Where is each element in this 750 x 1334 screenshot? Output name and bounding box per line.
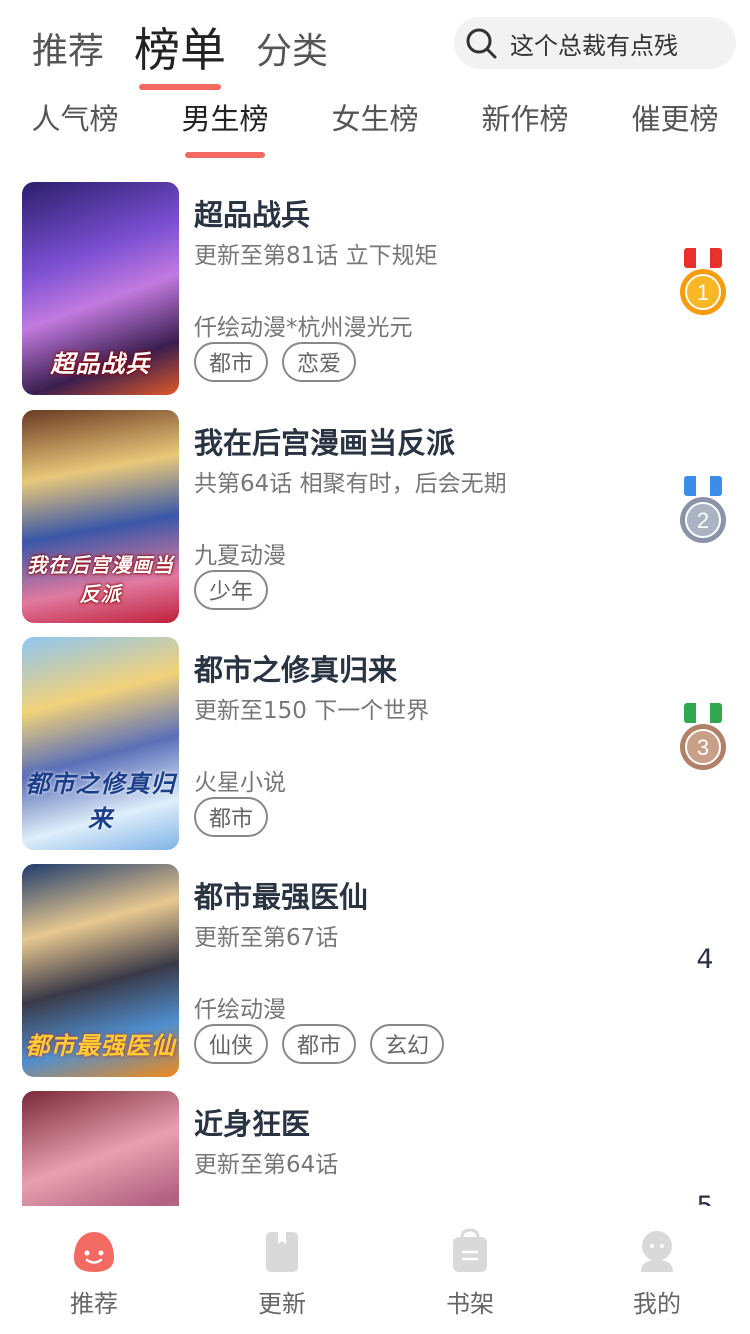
rank-number: 4 — [696, 944, 714, 975]
comic-update: 更新至第81话 立下规矩 — [194, 243, 438, 269]
bottom-navigation: 推荐 更新 书架 我的 — [0, 1206, 750, 1334]
comic-update: 更新至第64话 — [194, 1152, 339, 1178]
subtab-popular[interactable]: 人气榜 — [15, 96, 135, 138]
comic-ranking-list: 超品战兵 超品战兵 更新至第81话 立下规矩 仟绘动漫*杭州漫光元 都市 恋爱 … — [0, 182, 750, 1206]
comic-update: 更新至150 下一个世界 — [194, 698, 430, 724]
list-item[interactable]: 我在后宫漫画当反派 我在后宫漫画当反派 共第64话 相聚有时，后会无期 九夏动漫… — [0, 410, 750, 626]
tab-rankings-label: 榜单 — [134, 23, 226, 77]
tag-list: 都市 恋爱 — [194, 342, 357, 382]
tab-recommend[interactable]: 推荐 — [32, 22, 104, 74]
comic-update: 更新至第67话 — [194, 925, 339, 951]
tag[interactable]: 都市 — [194, 342, 269, 382]
comic-title[interactable]: 超品战兵 — [194, 192, 310, 234]
tag[interactable]: 恋爱 — [282, 342, 357, 382]
comic-title[interactable]: 近身狂医 — [194, 1101, 310, 1143]
nav-update[interactable]: 更新 — [222, 1228, 342, 1319]
nav-mine-label: 我的 — [633, 1290, 681, 1318]
comic-update: 共第64话 相聚有时，后会无期 — [194, 471, 507, 497]
cover-caption: 都市之修真归来 — [25, 770, 176, 833]
comic-author: 仟绘动漫*杭州漫光元 — [194, 315, 413, 341]
gold-medal-icon: 1 — [680, 248, 726, 315]
tag[interactable]: 都市 — [282, 1024, 357, 1064]
book-icon — [266, 1232, 298, 1272]
rank-number: 3 — [697, 735, 709, 760]
nav-bookshelf[interactable]: 书架 — [410, 1228, 530, 1319]
rank-number: 1 — [697, 280, 709, 305]
comic-cover[interactable] — [22, 1091, 179, 1206]
subtab-male-label: 男生榜 — [181, 102, 269, 136]
tab-category[interactable]: 分类 — [256, 22, 328, 74]
nav-recommend-label: 推荐 — [70, 1290, 118, 1318]
comic-cover[interactable]: 都市最强医仙 — [22, 864, 179, 1077]
search-placeholder: 这个总裁有点残 — [510, 31, 678, 60]
search-bar[interactable]: 这个总裁有点残 — [454, 17, 736, 69]
subtab-new[interactable]: 新作榜 — [465, 96, 585, 138]
nav-mine[interactable]: 我的 — [597, 1228, 717, 1319]
silver-medal-icon: 2 — [680, 476, 726, 543]
nav-bookshelf-label: 书架 — [446, 1290, 494, 1318]
comic-cover[interactable]: 我在后宫漫画当反派 — [22, 410, 179, 623]
list-item[interactable]: 都市之修真归来 都市之修真归来 更新至150 下一个世界 火星小说 都市 3 — [0, 637, 750, 853]
tab-rankings[interactable]: 榜单 — [134, 14, 226, 90]
tag-list: 仙侠 都市 玄幻 — [194, 1024, 445, 1064]
tag[interactable]: 仙侠 — [194, 1024, 269, 1064]
comic-cover[interactable]: 都市之修真归来 — [22, 637, 179, 850]
comic-author: 火星小说 — [194, 770, 286, 796]
rank-number: 2 — [697, 508, 709, 533]
rank-number: 5 — [690, 1191, 720, 1206]
list-item[interactable]: 超品战兵 超品战兵 更新至第81话 立下规矩 仟绘动漫*杭州漫光元 都市 恋爱 … — [0, 182, 750, 398]
smile-face-icon — [74, 1232, 114, 1272]
search-icon — [466, 28, 497, 59]
active-subtab-indicator — [185, 152, 265, 158]
tag[interactable]: 玄幻 — [370, 1024, 445, 1064]
tag[interactable]: 都市 — [194, 797, 269, 837]
tag-list: 少年 — [194, 570, 269, 610]
comic-title[interactable]: 都市之修真归来 — [194, 647, 397, 689]
bag-icon — [453, 1228, 487, 1272]
profile-icon — [641, 1231, 673, 1272]
subtab-male[interactable]: 男生榜 — [165, 96, 285, 158]
tag[interactable]: 少年 — [194, 570, 269, 610]
comic-author: 仟绘动漫 — [194, 997, 286, 1023]
comic-cover[interactable]: 超品战兵 — [22, 182, 179, 395]
subtab-urge[interactable]: 催更榜 — [615, 96, 735, 138]
cover-caption: 都市最强医仙 — [25, 1032, 176, 1060]
nav-update-label: 更新 — [258, 1290, 306, 1318]
nav-recommend[interactable]: 推荐 — [34, 1228, 154, 1319]
list-item[interactable]: 近身狂医 更新至第64话 5 — [0, 1091, 750, 1206]
tag-list: 都市 — [194, 797, 269, 837]
bronze-medal-icon: 3 — [680, 703, 726, 770]
ranking-subtabs: 人气榜 男生榜 女生榜 新作榜 催更榜 — [0, 88, 750, 158]
comic-author: 九夏动漫 — [194, 543, 286, 569]
comic-title[interactable]: 我在后宫漫画当反派 — [194, 420, 455, 462]
top-header: 推荐 榜单 分类 这个总裁有点残 — [0, 0, 750, 90]
list-item[interactable]: 都市最强医仙 都市最强医仙 更新至第67话 仟绘动漫 仙侠 都市 玄幻 4 — [0, 864, 750, 1080]
cover-caption: 超品战兵 — [50, 350, 151, 378]
subtab-female[interactable]: 女生榜 — [315, 96, 435, 138]
cover-caption: 我在后宫漫画当反派 — [27, 553, 174, 606]
comic-title[interactable]: 都市最强医仙 — [194, 874, 368, 916]
